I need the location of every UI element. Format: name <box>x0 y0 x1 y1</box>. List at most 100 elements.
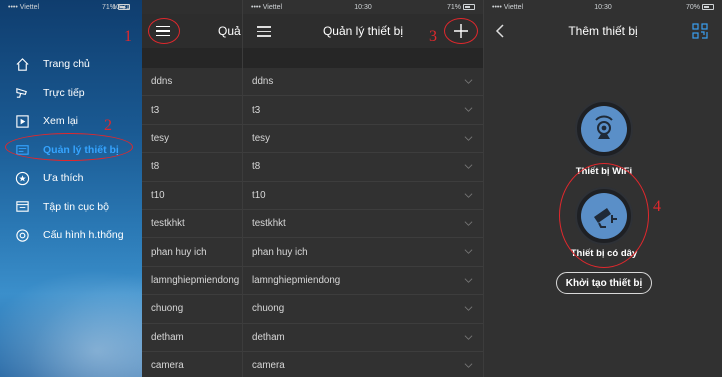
page-title: Quả <box>218 24 241 38</box>
device-row[interactable]: detham <box>243 323 483 352</box>
menu-item-playback[interactable]: Xem lại <box>10 107 142 136</box>
device-name: t3 <box>252 104 261 116</box>
annotation-3: 3 <box>429 28 437 45</box>
menu-item-label: Cấu hình h.thống <box>43 229 124 242</box>
qr-scan-button[interactable] <box>692 23 708 44</box>
time-text: 10:30 <box>594 3 612 11</box>
status-bar: •••• Viettel 10:30 70% <box>484 0 722 14</box>
chevron-down-icon <box>464 192 473 198</box>
battery-text: 71% <box>102 4 130 11</box>
list-subheader <box>142 48 242 68</box>
device-row[interactable]: testkhkt <box>243 209 483 239</box>
device-name: phan huy ich <box>252 246 308 258</box>
device-row[interactable]: detham <box>142 323 242 352</box>
highlight-wired-device-circle <box>559 163 649 268</box>
device-row[interactable]: lamnghiepmiendong <box>142 266 242 296</box>
menu-item-live[interactable]: Trực tiếp <box>10 79 142 108</box>
chevron-down-icon <box>464 221 473 226</box>
playback-icon <box>14 113 30 129</box>
chevron-down-icon <box>464 164 473 170</box>
highlight-add-button-circle <box>444 18 478 44</box>
initialize-device-button[interactable]: Khởi tạo thiết bị <box>556 272 652 294</box>
menu-item-label: Tập tin cục bộ <box>43 200 109 213</box>
device-name: ddns <box>151 76 173 88</box>
chevron-down-icon <box>464 136 473 141</box>
chevron-down-icon <box>464 79 473 84</box>
annotation-1: 1 <box>124 28 132 45</box>
device-name: detham <box>151 331 184 343</box>
highlight-device-manager-oval <box>5 133 133 161</box>
chevron-down-icon <box>464 334 473 340</box>
device-row[interactable]: t8 <box>243 153 483 182</box>
add-device-panel: •••• Viettel 10:30 70% Thêm thiết bị Thi… <box>483 0 722 377</box>
device-name: testkhkt <box>252 218 286 230</box>
device-row[interactable]: t10 <box>243 181 483 210</box>
device-name: tesy <box>151 132 169 144</box>
folder-icon <box>14 199 30 215</box>
settings-icon <box>14 227 30 243</box>
device-row[interactable]: ddns <box>142 68 242 97</box>
device-name: camera <box>151 360 184 372</box>
wifi-device-icon-bg <box>581 106 627 152</box>
device-name: t10 <box>151 189 165 201</box>
qr-code-icon <box>692 23 708 39</box>
page-title: Thêm thiết bị <box>568 24 638 38</box>
camera-icon <box>14 85 30 101</box>
nav-bar: Quản lý thiết bị <box>243 14 483 48</box>
highlight-hamburger-circle <box>148 18 180 44</box>
wifi-camera-icon <box>595 115 613 139</box>
device-row[interactable]: lamnghiepmiendong <box>243 266 483 296</box>
menu-item-favorites[interactable]: Ưa thích <box>10 164 142 193</box>
wifi-device-button[interactable] <box>575 100 633 158</box>
chevron-down-icon <box>464 249 473 255</box>
device-list: ddns t3 tesy t8 t10 testkhkt phan huy ic… <box>142 68 242 377</box>
device-name: lamnghiepmiendong <box>252 274 341 286</box>
menu-item-label: Trang chủ <box>43 58 90 71</box>
menu-item-home[interactable]: Trang chủ <box>10 50 142 79</box>
time-text: 10:30 <box>354 3 372 11</box>
device-row[interactable]: t3 <box>243 96 483 125</box>
device-name: chuong <box>151 303 184 315</box>
device-manager-panel: •••• Viettel 10:30 71% Quản lý thiết bị … <box>242 0 483 377</box>
device-row[interactable]: phan huy ich <box>243 238 483 267</box>
home-icon <box>14 56 30 72</box>
device-row[interactable]: t3 <box>142 96 242 125</box>
nav-bar: Thêm thiết bị <box>484 14 722 48</box>
star-icon <box>14 170 30 186</box>
device-name: lamnghiepmiendong <box>151 274 240 286</box>
device-name: ddns <box>252 76 274 88</box>
chevron-down-icon <box>464 306 473 312</box>
device-name: detham <box>252 331 285 343</box>
device-name: t3 <box>151 104 160 116</box>
device-name: chuong <box>252 303 285 315</box>
device-name: tesy <box>252 132 270 144</box>
device-list-overlay: Quả ddns t3 tesy t8 t10 testkhkt phan hu… <box>142 0 242 377</box>
device-row[interactable]: camera <box>243 351 483 377</box>
device-name: camera <box>252 360 285 372</box>
list-subheader <box>243 48 483 68</box>
annotation-4: 4 <box>653 198 661 215</box>
chevron-down-icon <box>464 107 473 113</box>
menu-item-label: Trực tiếp <box>43 86 85 99</box>
device-name: t8 <box>151 161 160 173</box>
device-row[interactable]: tesy <box>142 124 242 154</box>
device-row[interactable]: t8 <box>142 153 242 182</box>
device-list: ddns t3 tesy t8 t10 testkhkt phan huy ic… <box>243 68 483 377</box>
device-row[interactable]: t10 <box>142 181 242 210</box>
device-row[interactable]: ddns <box>243 68 483 97</box>
device-row[interactable]: testkhkt <box>142 209 242 239</box>
device-name: t8 <box>252 161 261 173</box>
menu-item-label: Ưa thích <box>43 172 84 185</box>
device-name: phan huy ich <box>151 246 207 258</box>
device-row[interactable]: chuong <box>243 295 483 324</box>
side-menu-panel: •••• Viettel 10:31 71% Trang chủ Trực ti… <box>0 0 242 377</box>
device-row[interactable]: chuong <box>142 295 242 324</box>
menu-item-system-settings[interactable]: Cấu hình h.thống <box>10 221 142 250</box>
initialize-device-label: Khởi tạo thiết bị <box>565 277 643 289</box>
menu-item-label: Xem lại <box>43 115 79 128</box>
chevron-down-icon <box>464 363 473 368</box>
device-row[interactable]: phan huy ich <box>142 238 242 267</box>
menu-item-local-files[interactable]: Tập tin cục bộ <box>10 193 142 222</box>
device-row[interactable]: tesy <box>243 124 483 154</box>
device-row[interactable]: camera <box>142 351 242 377</box>
